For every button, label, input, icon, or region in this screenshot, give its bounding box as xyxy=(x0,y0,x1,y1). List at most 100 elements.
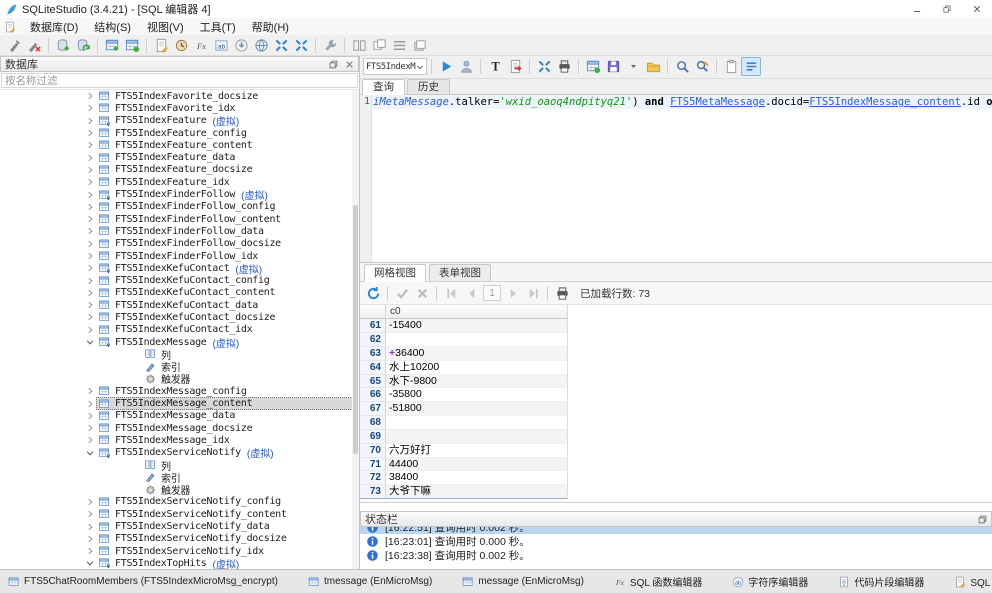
results-grid[interactable]: c0 61-154006263+3640064水上1020065水下-98006… xyxy=(360,305,992,502)
run-query-icon[interactable] xyxy=(436,57,456,76)
export-icon[interactable] xyxy=(251,36,271,55)
table-row[interactable]: 67-51800 xyxy=(360,402,992,416)
word-wrap-icon[interactable] xyxy=(741,57,761,76)
status-undock-icon[interactable] xyxy=(975,513,989,525)
cell-value[interactable]: +36400 xyxy=(386,347,568,361)
menu-item-4[interactable]: 帮助(H) xyxy=(244,18,297,36)
cell-value[interactable]: 六万好打 xyxy=(386,444,568,458)
restore-icon[interactable] xyxy=(932,0,962,18)
cell-value[interactable]: 44400 xyxy=(386,458,568,472)
tree-item-FTS5IndexTopHits[interactable]: vFTS5IndexTopHits(虚拟) xyxy=(0,557,359,569)
chevron-right-icon[interactable] xyxy=(84,545,96,557)
cell-value[interactable]: 38400 xyxy=(386,471,568,485)
table-row[interactable]: 73大爷下嘛 xyxy=(360,485,992,499)
filter-by-name-input[interactable] xyxy=(1,73,358,88)
tree-item-FTS5IndexFavorite_idx[interactable]: FTS5IndexFavorite_idx xyxy=(0,102,359,114)
tree-item-FTS5IndexFinderFollow_docsize[interactable]: FTS5IndexFinderFollow_docsize xyxy=(0,238,359,250)
tree-item-触发器[interactable]: 触发器 xyxy=(0,373,359,385)
chevron-right-icon[interactable] xyxy=(84,225,96,237)
rollback-icon[interactable] xyxy=(412,284,432,303)
cell-value[interactable]: 水下-9800 xyxy=(386,375,568,389)
chevron-right-icon[interactable] xyxy=(84,287,96,299)
tree-item-FTS5IndexFeature_config[interactable]: FTS5IndexFeature_config xyxy=(0,127,359,139)
tree-item-FTS5IndexKefuContact_data[interactable]: FTS5IndexKefuContact_data xyxy=(0,299,359,311)
create-view-from-query-icon[interactable] xyxy=(583,57,603,76)
save-sql-icon[interactable] xyxy=(603,57,623,76)
chevron-right-icon[interactable] xyxy=(84,385,96,397)
print-query-icon[interactable] xyxy=(554,57,574,76)
chevron-right-icon[interactable] xyxy=(84,201,96,213)
tree-item-FTS5IndexServiceNotify_config[interactable]: FTS5IndexServiceNotify_config xyxy=(0,496,359,508)
tree-item-FTS5IndexKefuContact_docsize[interactable]: FTS5IndexKefuContact_docsize xyxy=(0,311,359,323)
chevron-right-icon[interactable] xyxy=(84,164,96,176)
cell-value[interactable]: -51800 xyxy=(386,402,568,416)
panel-close-icon[interactable] xyxy=(342,58,356,70)
sql-code-editor[interactable]: 1 iMetaMessage.talker='wxid_oaoq4ndpityq… xyxy=(360,95,992,264)
chevron-right-icon[interactable] xyxy=(84,90,96,102)
tree-item-FTS5IndexServiceNotify_content[interactable]: FTS5IndexServiceNotify_content xyxy=(0,508,359,520)
cell-value[interactable] xyxy=(386,430,568,444)
edit-database-icon[interactable] xyxy=(73,36,93,55)
table-row[interactable]: 63+36400 xyxy=(360,347,992,361)
tab-query[interactable]: 查询 xyxy=(362,79,405,95)
menu-item-2[interactable]: 视图(V) xyxy=(139,18,192,36)
chevron-right-icon[interactable] xyxy=(84,496,96,508)
panel-undock-icon[interactable] xyxy=(326,58,340,70)
add-database-icon[interactable] xyxy=(53,36,73,55)
table-row[interactable]: 7144400 xyxy=(360,458,992,472)
table-row[interactable]: 68 xyxy=(360,416,992,430)
taskbar-window-3[interactable]: FxSQL 函数编辑器 xyxy=(614,574,702,589)
menu-item-0[interactable]: 数据库(D) xyxy=(22,18,86,36)
table-row[interactable]: 7238400 xyxy=(360,471,992,485)
mdi-cascade-windows-icon[interactable] xyxy=(369,36,389,55)
chevron-right-icon[interactable] xyxy=(84,213,96,225)
taskbar-window-4[interactable]: ab字符序编辑器 xyxy=(732,574,808,589)
explain-query-plan-icon[interactable] xyxy=(456,57,476,76)
chevron-right-icon[interactable] xyxy=(84,521,96,533)
last-page-icon[interactable] xyxy=(523,284,543,303)
find-icon[interactable] xyxy=(672,57,692,76)
tree-item-FTS5IndexMessage_config[interactable]: FTS5IndexMessage_config xyxy=(0,385,359,397)
taskbar-window-5[interactable]: {}代码片段编辑器 xyxy=(838,574,924,589)
next-page-icon[interactable] xyxy=(503,284,523,303)
chevron-right-icon[interactable] xyxy=(84,189,96,201)
table-row[interactable]: 70六万好打 xyxy=(360,444,992,458)
refresh-results-icon[interactable] xyxy=(363,284,383,303)
tree-item-FTS5IndexFavorite_docsize[interactable]: FTS5IndexFavorite_docsize xyxy=(0,90,359,102)
chevron-right-icon[interactable] xyxy=(84,115,96,127)
menu-item-3[interactable]: 工具(T) xyxy=(192,18,244,36)
database-combobox[interactable]: FTS5IndexMicr xyxy=(363,58,427,75)
chevron-right-icon[interactable] xyxy=(84,434,96,446)
chevron-right-icon[interactable] xyxy=(84,176,96,188)
tree-item-FTS5IndexMessage_docsize[interactable]: FTS5IndexMessage_docsize xyxy=(0,422,359,434)
chevron-right-icon[interactable] xyxy=(84,508,96,520)
chevron-right-icon[interactable] xyxy=(84,127,96,139)
table-row[interactable]: 66-35800 xyxy=(360,388,992,402)
connect-database-icon[interactable] xyxy=(4,36,24,55)
chevron-right-icon[interactable] xyxy=(84,299,96,311)
chevron-right-icon[interactable] xyxy=(84,262,96,274)
export-query-icon[interactable] xyxy=(505,57,525,76)
chevron-right-icon[interactable] xyxy=(84,250,96,262)
chevron-right-icon[interactable] xyxy=(84,152,96,164)
cell-value[interactable] xyxy=(386,416,568,430)
tree-item-FTS5IndexFinderFollow[interactable]: vFTS5IndexFinderFollow(虚拟) xyxy=(0,188,359,200)
configuration-icon[interactable] xyxy=(320,36,340,55)
new-table-icon[interactable] xyxy=(102,36,122,55)
prev-page-icon[interactable] xyxy=(461,284,481,303)
tree-item-FTS5IndexServiceNotify_idx[interactable]: FTS5IndexServiceNotify_idx xyxy=(0,545,359,557)
tree-item-FTS5IndexServiceNotify_docsize[interactable]: FTS5IndexServiceNotify_docsize xyxy=(0,533,359,545)
cell-value[interactable]: 大爷下嘛 xyxy=(386,485,568,499)
tree-item-FTS5IndexFeature[interactable]: vFTS5IndexFeature(虚拟) xyxy=(0,115,359,127)
tree-item-FTS5IndexFeature_docsize[interactable]: FTS5IndexFeature_docsize xyxy=(0,164,359,176)
import-icon[interactable] xyxy=(231,36,251,55)
tree-item-FTS5IndexKefuContact_content[interactable]: FTS5IndexKefuContact_content xyxy=(0,287,359,299)
chevron-right-icon[interactable] xyxy=(84,238,96,250)
taskbar-window-6[interactable]: SQL 编辑器 1 xyxy=(954,574,992,589)
collapse-windows-icon[interactable] xyxy=(271,36,291,55)
tree-item-FTS5IndexMessage_idx[interactable]: FTS5IndexMessage_idx xyxy=(0,434,359,446)
mdi-tile-windows-icon[interactable] xyxy=(349,36,369,55)
tree-item-FTS5IndexServiceNotify[interactable]: vFTS5IndexServiceNotify(虚拟) xyxy=(0,447,359,459)
chevron-right-icon[interactable] xyxy=(84,139,96,151)
chevron-down-icon[interactable] xyxy=(84,557,96,569)
